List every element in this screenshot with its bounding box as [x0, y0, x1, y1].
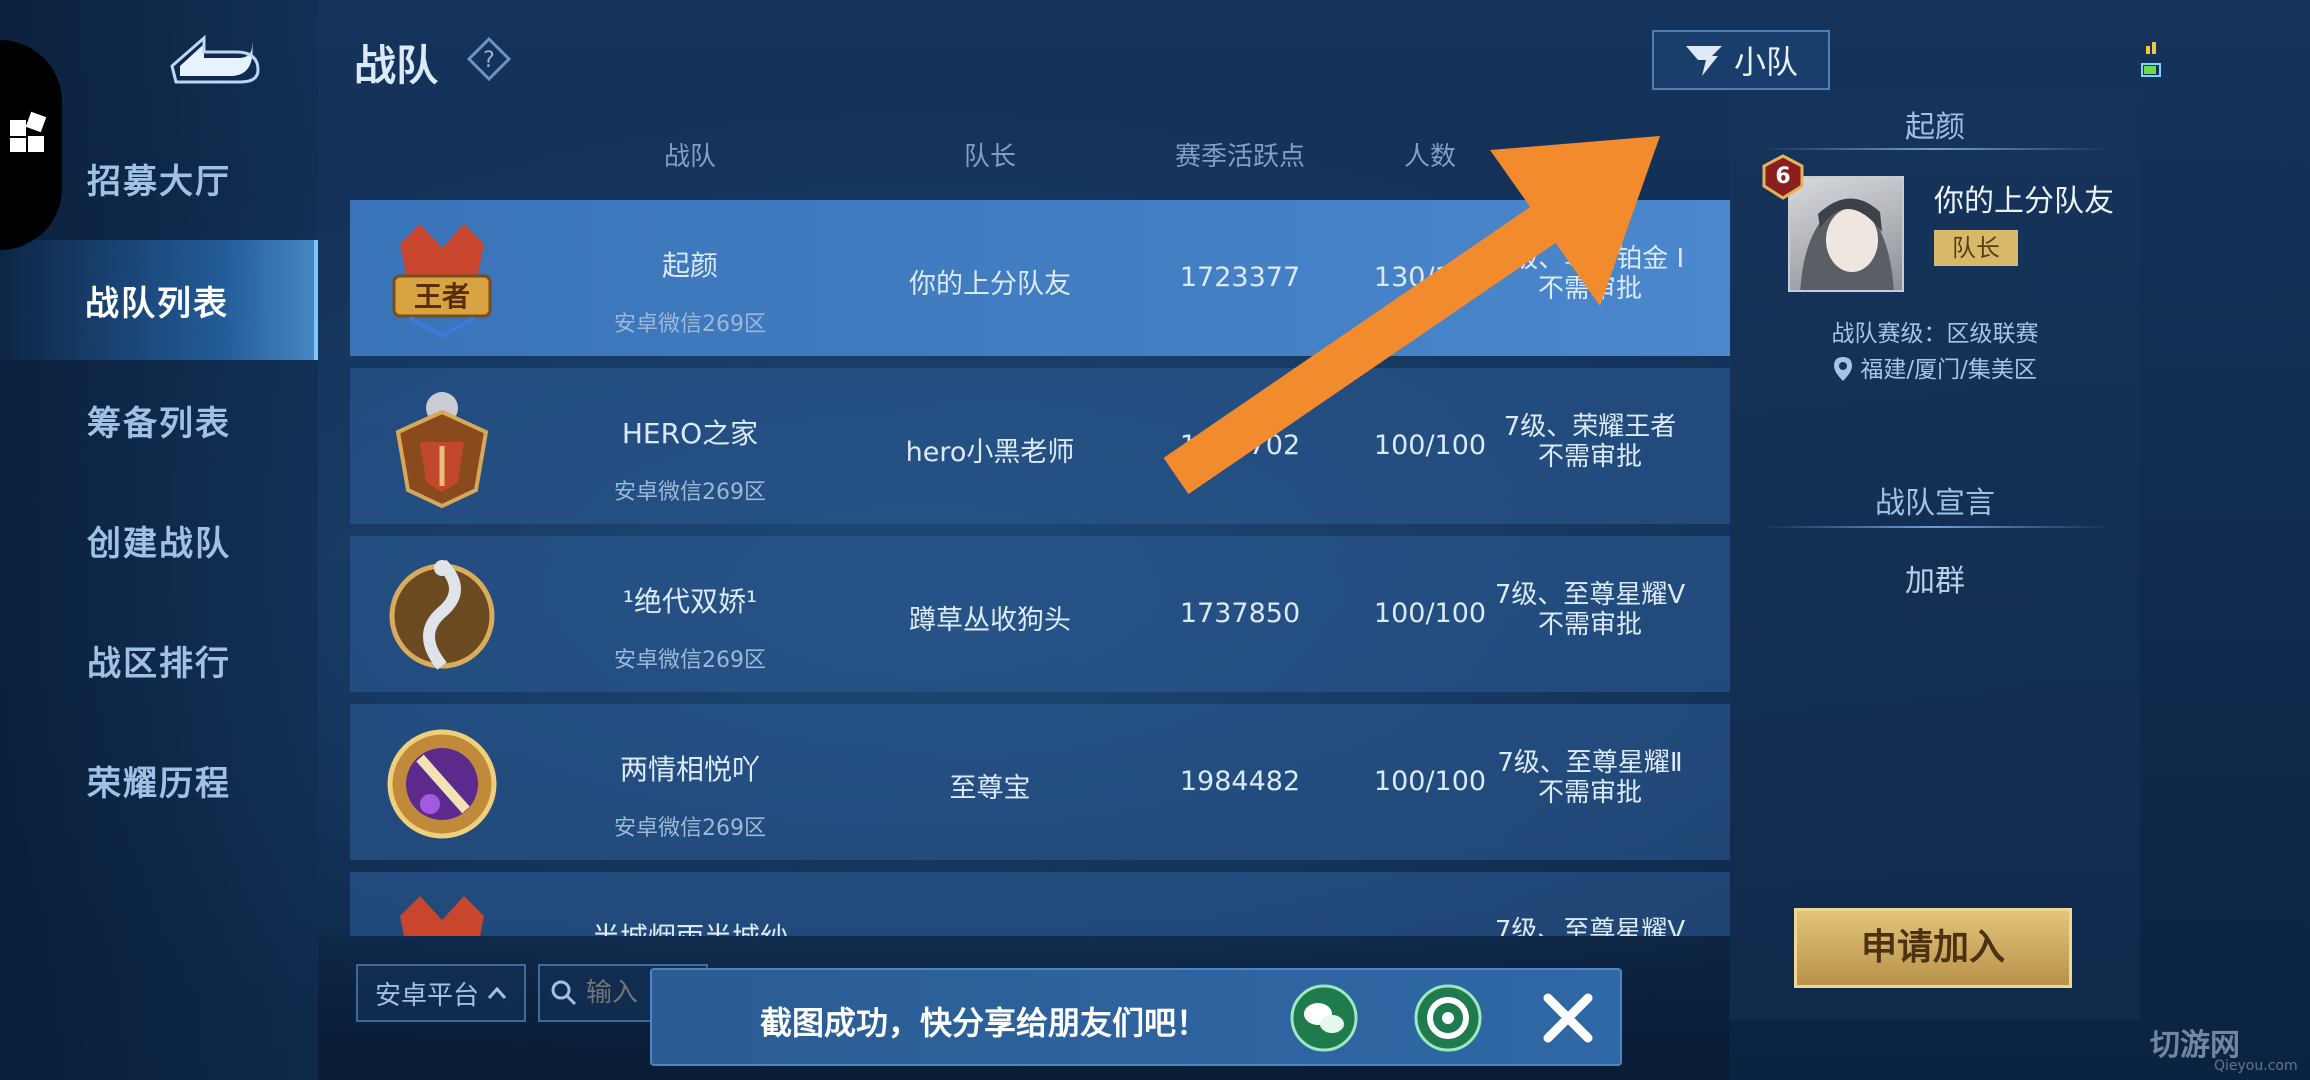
sidebar-item-glory-history[interactable]: 荣耀历程	[0, 720, 318, 840]
toast-message: 截图成功，快分享给朋友们吧！	[760, 1004, 1209, 1042]
hero-emblem-icon	[395, 392, 489, 509]
serpent-emblem-icon	[389, 559, 495, 670]
puzzle-icon[interactable]	[6, 110, 52, 156]
sidebar-item-label: 荣耀历程	[87, 763, 231, 804]
divider	[1760, 148, 2110, 150]
team-activity: 1737850	[1179, 598, 1301, 629]
back-arrow-icon[interactable]	[160, 30, 260, 86]
location-pin-icon	[1834, 357, 1853, 381]
annotation-arrow-icon	[1163, 136, 1660, 495]
requirement-level: 7级、至尊星耀Ⅴ	[1494, 916, 1686, 936]
battery-signal-icon	[2141, 42, 2161, 77]
sidebar-item-label: 创建战队	[87, 523, 231, 564]
sidebar-item-label: 战队列表	[85, 283, 229, 324]
watermark-sub: Qieyou.com	[2214, 1058, 2298, 1074]
requirement-approval: 不需审批	[1537, 610, 1642, 640]
team-name: HERO之家	[621, 417, 759, 450]
team-activity: 1984482	[1179, 766, 1301, 797]
svg-text:王者: 王者	[414, 280, 470, 313]
column-header-team: 战队	[663, 142, 716, 172]
sidebar-item-label: 招募大厅	[87, 161, 231, 202]
team-name: 两情相悦吖	[619, 753, 760, 786]
divider	[1760, 526, 2110, 528]
team-captain: hero小黑老师	[905, 437, 1075, 468]
leader-portrait-icon	[1800, 198, 1894, 290]
platform-select[interactable]: 安卓平台	[356, 964, 526, 1022]
table-row[interactable]: ¹绝代双娇¹ 安卓微信269区 蹲草丛收狗头 1737850 100/100 7…	[350, 536, 1730, 692]
team-name: 起颜	[661, 249, 718, 282]
close-icon[interactable]	[1538, 988, 1598, 1048]
team-captain: 你的上分队友	[909, 269, 1071, 300]
team-location: 福建/厦门/集美区	[1730, 350, 2140, 384]
level-badge-value: 6	[1775, 164, 1791, 189]
location-text: 福建/厦门/集美区	[1860, 357, 2037, 383]
leader-name: 你的上分队友	[1934, 184, 2114, 219]
page-title: 战队	[354, 41, 439, 90]
team-requirement: 7级、至尊星耀Ⅴ 不需审批	[1450, 580, 1730, 640]
chevron-up-icon	[487, 986, 507, 999]
table-row[interactable]: 两情相悦吖 安卓微信269区 至尊宝 1984482 100/100 7级、至尊…	[350, 704, 1730, 860]
sidebar-item-label: 战区排行	[87, 643, 231, 684]
table-row[interactable]: 半城烟雨半城纱 7级、至尊星耀Ⅴ	[350, 872, 1730, 936]
screenshot-share-toast: 截图成功，快分享给朋友们吧！	[650, 968, 1622, 1066]
declaration-title: 战队宣言	[1875, 486, 1995, 521]
team-name: 半城烟雨半城纱	[520, 916, 860, 936]
team-name: ¹绝代双娇¹	[622, 585, 758, 618]
moments-share-icon[interactable]	[1414, 984, 1482, 1052]
sidebar-item-region-rank[interactable]: 战区排行	[0, 600, 318, 720]
team-requirement: 7级、至尊星耀Ⅱ 不需审批	[1450, 748, 1730, 808]
squad-button[interactable]: 小队	[1652, 30, 1830, 90]
team-captain: 至尊宝	[949, 773, 1031, 804]
squad-button-label: 小队	[1733, 43, 1798, 81]
leader-tag: 队长	[1934, 230, 2018, 266]
team-captain: 蹲草丛收狗头	[909, 605, 1071, 636]
team-zone: 安卓微信269区	[614, 648, 766, 673]
requirement-level: 7级、至尊星耀Ⅱ	[1497, 748, 1683, 778]
apply-join-button[interactable]: 申请加入	[1794, 908, 2072, 988]
platform-select-value: 安卓平台	[374, 980, 479, 1011]
team-detail-panel: 起颜 6 你的上分队友 队长 战队赛级：区级联赛 福建/厦门/集美区 战队宣言 …	[1730, 90, 2140, 1020]
detail-team-name: 起颜	[1905, 110, 1965, 145]
requirement-level: 7级、至尊星耀Ⅴ	[1494, 580, 1686, 610]
team-league-level: 战队赛级：区级联赛	[1831, 321, 2039, 347]
wechat-share-icon[interactable]	[1290, 984, 1358, 1052]
requirement-approval: 不需审批	[1537, 778, 1642, 808]
king-emblem-icon	[400, 896, 484, 936]
column-header-captain: 队长	[963, 142, 1016, 172]
svg-text:?: ?	[483, 48, 495, 73]
declaration-text: 加群	[1905, 564, 1965, 599]
help-icon[interactable]: ?	[466, 36, 512, 82]
team-zone: 安卓微信269区	[614, 480, 766, 505]
sidebar-item-label: 筹备列表	[87, 403, 231, 444]
team-zone: 安卓微信269区	[614, 312, 766, 337]
search-icon	[551, 980, 577, 1006]
sidebar-item-create-team[interactable]: 创建战队	[0, 480, 318, 600]
sidebar-item-team-list[interactable]: 战队列表	[0, 240, 318, 360]
sidebar-item-prep-list[interactable]: 筹备列表	[0, 360, 318, 480]
king-emblem-icon: 王者	[392, 224, 492, 339]
squad-icon	[1685, 46, 1722, 76]
purple-emblem-icon	[387, 729, 497, 839]
team-requirement: 7级、至尊星耀Ⅴ	[1450, 916, 1730, 936]
team-zone: 安卓微信269区	[614, 816, 766, 841]
